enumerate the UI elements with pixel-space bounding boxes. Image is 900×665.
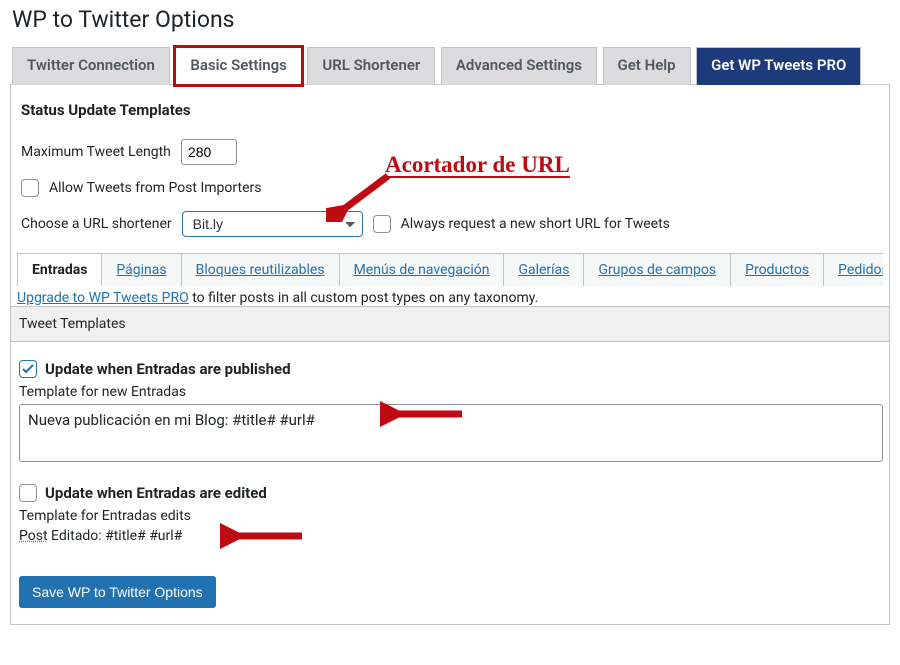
subtab-grupos[interactable]: Grupos de campos [583, 253, 731, 286]
url-shortener-select[interactable]: Bit.ly [182, 211, 363, 237]
edit-template-rest: Editado: #title# #url# [48, 528, 183, 544]
subtab-paginas[interactable]: Páginas [101, 253, 181, 286]
tab-get-pro[interactable]: Get WP Tweets PRO [696, 47, 861, 85]
edit-checkbox-label: Update when Entradas are edited [45, 484, 267, 502]
post-type-tabs: Entradas Páginas Bloques reutilizables M… [17, 253, 883, 286]
max-tweet-length-input[interactable] [181, 139, 237, 165]
subtab-entradas[interactable]: Entradas [17, 253, 102, 286]
publish-template-input[interactable] [19, 404, 883, 462]
page-title: WP to Twitter Options [12, 6, 888, 33]
tab-twitter-connection[interactable]: Twitter Connection [12, 47, 170, 85]
tab-advanced-settings[interactable]: Advanced Settings [441, 47, 597, 85]
upgrade-note: Upgrade to WP Tweets PRO to filter posts… [17, 286, 883, 306]
edit-template-word-post: Post [19, 528, 48, 544]
edit-checkbox[interactable] [19, 484, 37, 502]
choose-shortener-label: Choose a URL shortener [21, 216, 172, 232]
subtab-pedidos[interactable]: Pedidos [823, 253, 883, 286]
publish-caption: Template for new Entradas [19, 384, 883, 400]
admin-tabs: Twitter Connection Basic Settings URL Sh… [10, 47, 890, 85]
status-templates-heading: Status Update Templates [21, 101, 883, 119]
max-tweet-length-label: Maximum Tweet Length [21, 144, 171, 160]
allow-importers-checkbox[interactable] [21, 179, 39, 197]
upgrade-rest: to filter posts in all custom post types… [189, 290, 539, 306]
tab-get-help[interactable]: Get Help [603, 47, 691, 85]
tweet-templates-band: Tweet Templates [11, 306, 889, 342]
upgrade-link[interactable]: Upgrade to WP Tweets PRO [17, 290, 189, 306]
tab-url-shortener[interactable]: URL Shortener [307, 47, 435, 85]
allow-importers-label: Allow Tweets from Post Importers [49, 180, 261, 196]
subtab-galerias[interactable]: Galerías [503, 253, 584, 286]
subtab-menus[interactable]: Menús de navegación [339, 253, 505, 286]
subtab-bloques[interactable]: Bloques reutilizables [181, 253, 340, 286]
edit-template-input[interactable]: Post Editado: #title# #url# [19, 528, 883, 556]
edit-caption: Template for Entradas edits [19, 508, 883, 524]
save-button[interactable]: Save WP to Twitter Options [19, 576, 216, 608]
always-new-url-checkbox[interactable] [373, 215, 391, 233]
publish-checkbox-label: Update when Entradas are published [45, 360, 291, 378]
subtab-productos[interactable]: Productos [730, 253, 824, 286]
basic-settings-panel: Status Update Templates Maximum Tweet Le… [10, 85, 890, 625]
always-new-url-label: Always request a new short URL for Tweet… [401, 216, 670, 232]
tab-basic-settings[interactable]: Basic Settings [175, 47, 302, 85]
publish-checkbox[interactable] [19, 360, 37, 378]
